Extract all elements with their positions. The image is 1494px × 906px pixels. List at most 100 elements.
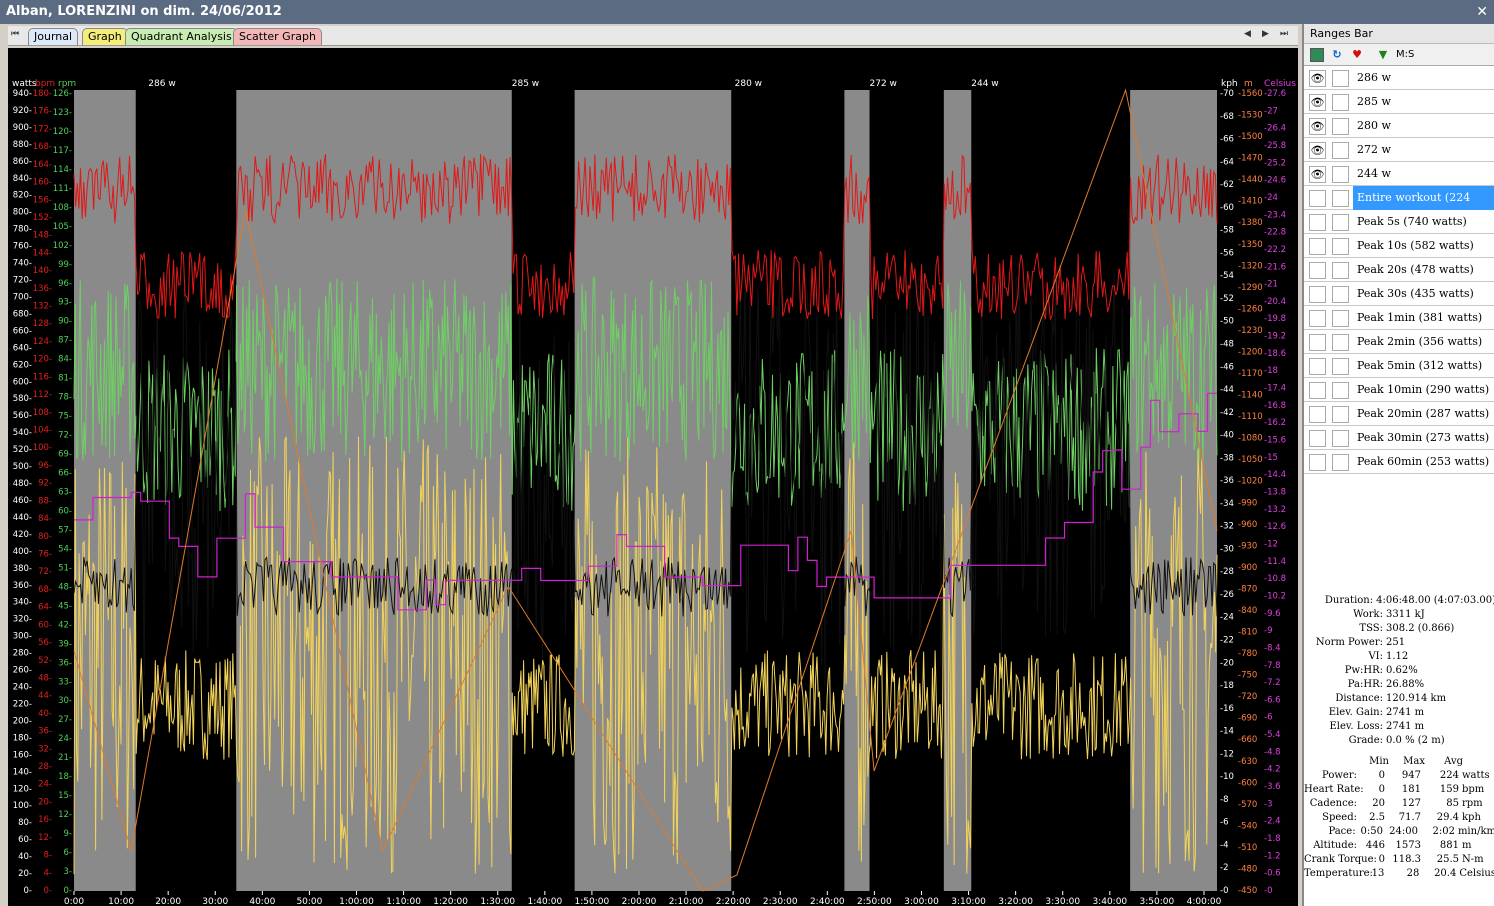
range-row[interactable]: Peak 10s (582 watts) [1304,234,1494,258]
kph-tick: -38 [1220,453,1234,463]
range-checkbox[interactable] [1332,142,1349,159]
range-checkbox[interactable] [1332,166,1349,183]
range-checkbox[interactable] [1332,118,1349,135]
range-row[interactable]: 👁 280 w [1304,114,1494,138]
time-format-button[interactable]: M:S [1396,48,1426,62]
range-row[interactable]: Peak 30s (435 watts) [1304,282,1494,306]
visibility-eye-icon[interactable] [1309,214,1326,231]
range-checkbox[interactable] [1332,310,1349,327]
workout-graph[interactable]: 286 w 285 w 280 w 272 w 244 w wattsbpm rpm kph m… [8,48,1298,906]
range-row[interactable]: 👁 285 w [1304,90,1494,114]
bpm-tick: 56- [38,638,52,648]
first-tab-icon[interactable]: ⏮ [11,29,19,39]
celsius-tick: -18 [1264,366,1278,376]
visibility-eye-icon[interactable] [1309,310,1326,327]
visibility-eye-icon[interactable] [1309,454,1326,471]
tab-quadrant-analysis[interactable]: Quadrant Analysis [125,28,238,45]
range-label: Peak 10s (582 watts) [1357,239,1474,252]
kph-tick: -36 [1220,476,1234,486]
visibility-eye-icon[interactable]: 👁 [1309,70,1326,87]
rpm-tick: 102- [53,241,72,251]
range-checkbox[interactable] [1332,454,1349,471]
bpm-tick: 164- [33,160,52,170]
visibility-eye-icon[interactable]: 👁 [1309,94,1326,111]
range-checkbox[interactable] [1332,238,1349,255]
refresh-icon[interactable]: ↻ [1330,48,1344,62]
heart-icon[interactable]: ♥ [1350,48,1364,62]
tab-graph[interactable]: Graph [82,28,128,45]
visibility-eye-icon[interactable] [1309,238,1326,255]
stats-row: Speed: 2.5 71.7 29.4 kph [1304,811,1494,825]
watts-tick: 260- [13,666,32,676]
bpm-tick: 20- [38,797,52,807]
tab-scatter-graph[interactable]: Scatter Graph [233,28,322,45]
range-checkbox[interactable] [1332,382,1349,399]
last-tab-icon[interactable]: ⏭ [1280,29,1288,39]
range-row[interactable]: Entire workout (224 watts) [1304,186,1494,228]
watts-tick: 560- [13,411,32,421]
kph-tick: -56 [1220,248,1234,258]
range-row[interactable]: 👁 272 w [1304,138,1494,162]
watts-tick: 160- [13,750,32,760]
summary-value: 2741 m [1386,707,1425,718]
rpm-tick: 126- [53,89,72,99]
visibility-eye-icon[interactable] [1309,190,1326,207]
rpm-tick: 9- [64,829,72,839]
range-row[interactable]: 👁 244 w [1304,162,1494,186]
range-row[interactable]: Peak 20min (287 watts) [1304,402,1494,426]
range-checkbox[interactable] [1332,358,1349,375]
bpm-tick: 84- [38,514,52,524]
celsius-tick: -21.6 [1264,262,1286,272]
range-checkbox[interactable] [1332,286,1349,303]
range-row[interactable]: 👁 286 w [1304,66,1494,90]
range-row[interactable]: Peak 30min (273 watts) [1304,426,1494,450]
watts-tick: 320- [13,615,32,625]
visibility-eye-icon[interactable] [1309,334,1326,351]
watts-tick: 920- [13,106,32,116]
watts-tick: 880- [13,140,32,150]
summary-value: 308.2 (0.866) [1386,623,1455,634]
bpm-tick: 180- [33,89,52,99]
range-checkbox[interactable] [1332,430,1349,447]
visibility-eye-icon[interactable] [1309,382,1326,399]
axis-unit-label: Celsius [1264,79,1296,89]
bpm-tick: 96- [38,461,52,471]
stats-min-header: Min [1369,756,1389,767]
range-row[interactable]: Peak 60min (253 watts) [1304,450,1494,474]
visibility-eye-icon[interactable] [1309,430,1326,447]
celsius-tick: -25.2 [1264,158,1286,168]
range-checkbox[interactable] [1332,214,1349,231]
range-checkbox[interactable] [1332,262,1349,279]
range-row[interactable]: Peak 20s (478 watts) [1304,258,1494,282]
visibility-eye-icon[interactable]: 👁 [1309,118,1326,135]
visibility-eye-icon[interactable] [1309,262,1326,279]
time-tick: 3:40:00 [1092,897,1127,906]
visibility-eye-icon[interactable] [1309,406,1326,423]
chart-icon[interactable] [1310,48,1324,62]
kph-tick: -52 [1220,294,1234,304]
visibility-eye-icon[interactable]: 👁 [1309,142,1326,159]
range-row[interactable]: Peak 10min (290 watts) [1304,378,1494,402]
range-checkbox[interactable] [1332,190,1349,207]
altitude-tick: -810 [1238,628,1257,638]
range-checkbox[interactable] [1332,406,1349,423]
range-row[interactable]: Peak 5min (312 watts) [1304,354,1494,378]
filter-icon[interactable]: ▼ [1376,48,1390,62]
summary-line: Pw:HR: 0.62% [1304,664,1494,678]
range-label: 244 w [971,79,998,89]
visibility-eye-icon[interactable] [1309,286,1326,303]
scroll-right-icon[interactable]: ▶ [1262,29,1269,39]
range-checkbox[interactable] [1332,70,1349,87]
stat-min: 0 [1378,784,1385,795]
visibility-eye-icon[interactable] [1309,358,1326,375]
range-row[interactable]: Peak 5s (740 watts) [1304,210,1494,234]
stats-row: Pace: 0:50 24:00 2:02 min/km [1304,825,1494,839]
range-row[interactable]: Peak 2min (356 watts) [1304,330,1494,354]
range-checkbox[interactable] [1332,94,1349,111]
scroll-left-icon[interactable]: ◀ [1244,29,1251,39]
tab-journal[interactable]: Journal [28,28,79,45]
close-icon[interactable]: ✕ [1476,0,1488,24]
visibility-eye-icon[interactable]: 👁 [1309,166,1326,183]
range-row[interactable]: Peak 1min (381 watts) [1304,306,1494,330]
range-checkbox[interactable] [1332,334,1349,351]
